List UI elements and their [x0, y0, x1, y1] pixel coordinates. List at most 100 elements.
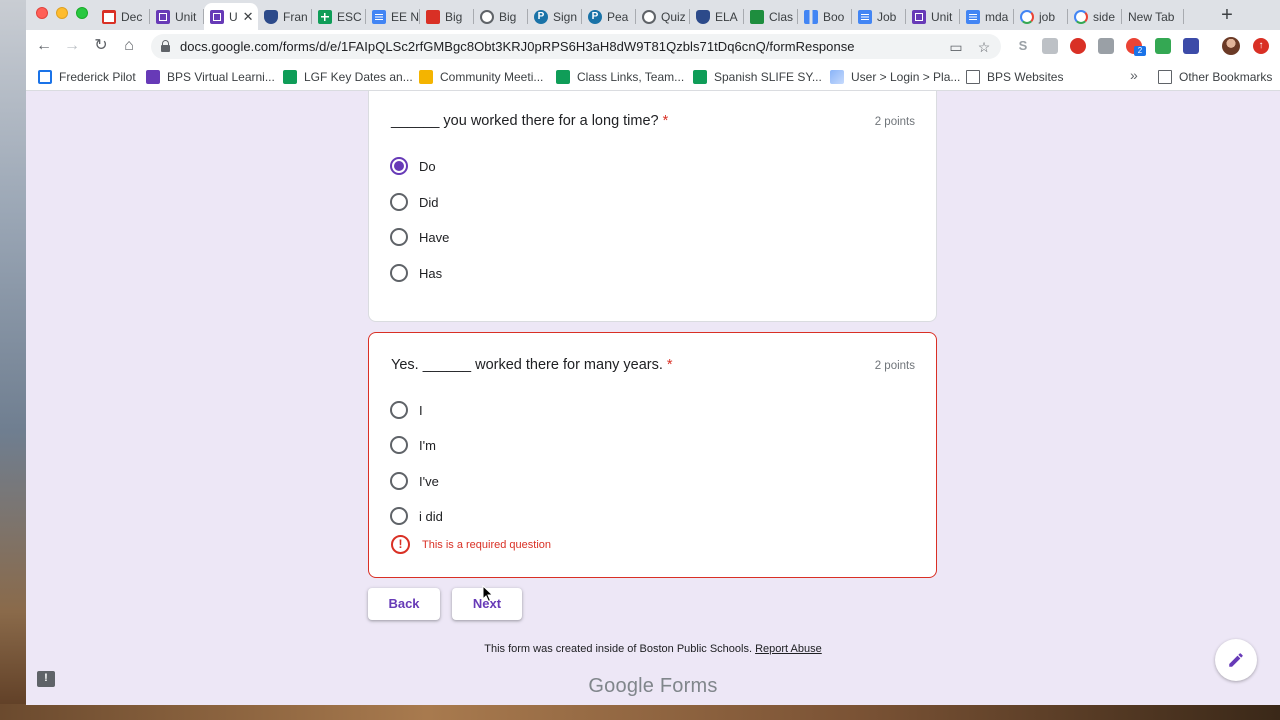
- close-window-button[interactable]: [36, 7, 48, 19]
- browser-toolbar: ← → ↻ ⌂ docs.google.com/forms/d/e/1FAIpQ…: [26, 30, 1280, 63]
- radio-button[interactable]: [390, 264, 408, 282]
- tab[interactable]: Unit: [150, 3, 204, 30]
- google-forms-logo: Google Forms: [26, 675, 1280, 698]
- bookmark-item[interactable]: LGF Key Dates an...: [283, 67, 413, 87]
- tab[interactable]: Clas: [744, 3, 798, 30]
- extension-translate-icon[interactable]: [1042, 38, 1058, 54]
- tab-list: Dec Unit U ✕ Fran ESC EE N Big Big P Sign …: [96, 3, 1184, 30]
- form-page: ______ you worked there for a long time?…: [26, 91, 1280, 705]
- radio-button[interactable]: [390, 507, 408, 525]
- globe-icon: [480, 9, 494, 24]
- tab[interactable]: P Pea: [582, 3, 636, 30]
- radio-button[interactable]: [390, 401, 408, 419]
- bookmark-item[interactable]: Class Links, Team...: [556, 67, 684, 87]
- tab[interactable]: mda: [960, 3, 1014, 30]
- address-bar[interactable]: docs.google.com/forms/d/e/1FAIpQLSc2rfGM…: [151, 34, 1001, 59]
- tab-active[interactable]: U ✕: [204, 3, 258, 30]
- extension-check-icon[interactable]: [1155, 38, 1171, 54]
- tab[interactable]: side: [1068, 3, 1122, 30]
- tab[interactable]: Boo: [798, 3, 852, 30]
- question-title: ______ you worked there for a long time?…: [391, 113, 669, 129]
- reload-icon[interactable]: ↻: [89, 34, 113, 58]
- forms-icon: [146, 70, 160, 84]
- tab[interactable]: New Tab: [1122, 3, 1184, 30]
- bookmark-item[interactable]: Spanish SLIFE SY...: [693, 67, 822, 87]
- install-app-icon[interactable]: ▭: [946, 37, 966, 57]
- shield-icon: [696, 9, 710, 24]
- radio-button[interactable]: [390, 472, 408, 490]
- radio-option[interactable]: Has: [390, 263, 442, 283]
- radio-option[interactable]: I: [390, 400, 423, 420]
- radio-button-checked[interactable]: [390, 157, 408, 175]
- docs-icon: [372, 9, 386, 24]
- brand-google: Google: [588, 675, 655, 697]
- tab[interactable]: Job: [852, 3, 906, 30]
- radio-option[interactable]: I'm: [390, 435, 436, 455]
- radio-option[interactable]: Have: [390, 227, 449, 247]
- back-button[interactable]: Back: [368, 588, 440, 620]
- error-message: This is a required question: [422, 538, 552, 551]
- tab[interactable]: Unit: [906, 3, 960, 30]
- feedback-icon[interactable]: !: [37, 671, 55, 687]
- tab[interactable]: Quiz: [636, 3, 690, 30]
- tab[interactable]: ELA: [690, 3, 744, 30]
- question-points: 2 points: [874, 116, 915, 128]
- google-icon: [1020, 9, 1034, 24]
- extension-ii-icon[interactable]: [1183, 38, 1199, 54]
- other-bookmarks-folder[interactable]: Other Bookmarks: [1158, 67, 1272, 87]
- new-tab-plus-icon[interactable]: +: [1215, 3, 1239, 27]
- close-tab-icon[interactable]: ✕: [243, 9, 254, 25]
- edit-pencil-button[interactable]: [1215, 639, 1257, 681]
- tab[interactable]: ESC: [312, 3, 366, 30]
- url-text[interactable]: docs.google.com/forms/d/e/1FAIpQLSc2rfGM…: [180, 39, 855, 54]
- radio-button[interactable]: [390, 193, 408, 211]
- question-card-error: Yes. ______ worked there for many years.…: [368, 332, 937, 578]
- grid-icon: [38, 70, 52, 84]
- radio-button[interactable]: [390, 228, 408, 246]
- home-icon[interactable]: ⌂: [117, 34, 141, 58]
- sheets-icon: [693, 70, 707, 84]
- folder-icon: [966, 70, 980, 84]
- profile-avatar[interactable]: [1222, 37, 1240, 55]
- radio-option[interactable]: i did: [390, 506, 443, 526]
- bookmark-item[interactable]: User > Login > Pla...: [830, 67, 960, 87]
- p-icon: P: [534, 9, 548, 24]
- report-abuse-link[interactable]: Report Abuse: [755, 643, 822, 655]
- extension-alert-icon[interactable]: ↑: [1253, 38, 1269, 54]
- question-title: Yes. ______ worked there for many years.…: [391, 357, 673, 373]
- zoom-window-button[interactable]: [76, 7, 88, 19]
- extension-badge-icon[interactable]: 2: [1126, 38, 1146, 56]
- forward-arrow-icon[interactable]: →: [60, 34, 84, 58]
- folder-icon: [1158, 70, 1172, 84]
- bookmark-item[interactable]: BPS Virtual Learni...: [146, 67, 275, 87]
- tab[interactable]: EE N: [366, 3, 420, 30]
- bookmark-star-icon[interactable]: ☆: [974, 37, 994, 57]
- desktop-dock-edge: [0, 704, 1280, 720]
- forms-icon: [912, 9, 926, 24]
- bookmark-item[interactable]: Community Meeti...: [419, 67, 543, 87]
- tab[interactable]: P Sign: [528, 3, 582, 30]
- radio-option[interactable]: Did: [390, 192, 439, 212]
- tab[interactable]: job: [1014, 3, 1068, 30]
- radio-button[interactable]: [390, 436, 408, 454]
- extension-s-icon[interactable]: S: [1015, 38, 1031, 54]
- bookmark-item[interactable]: Frederick Pilot: [38, 67, 136, 87]
- tab[interactable]: Big: [474, 3, 528, 30]
- required-asterisk: *: [662, 113, 669, 129]
- tab[interactable]: Fran: [258, 3, 312, 30]
- bookmarks-overflow-chevron-icon[interactable]: »: [1130, 67, 1138, 83]
- radio-option[interactable]: I've: [390, 471, 439, 491]
- tab[interactable]: Big: [420, 3, 474, 30]
- radio-option[interactable]: Do: [390, 156, 436, 176]
- question-points: 2 points: [874, 360, 915, 372]
- minimize-window-button[interactable]: [56, 7, 68, 19]
- extension-video-icon[interactable]: [1098, 38, 1114, 54]
- gmail-icon: [102, 9, 116, 24]
- sheets-icon: [556, 70, 570, 84]
- extension-tp-icon[interactable]: [1070, 38, 1086, 54]
- docs-icon: [858, 9, 872, 24]
- bookmark-folder[interactable]: BPS Websites: [966, 67, 1063, 87]
- forms-icon: [156, 9, 170, 24]
- back-arrow-icon[interactable]: ←: [32, 34, 56, 58]
- tab[interactable]: Dec: [96, 3, 150, 30]
